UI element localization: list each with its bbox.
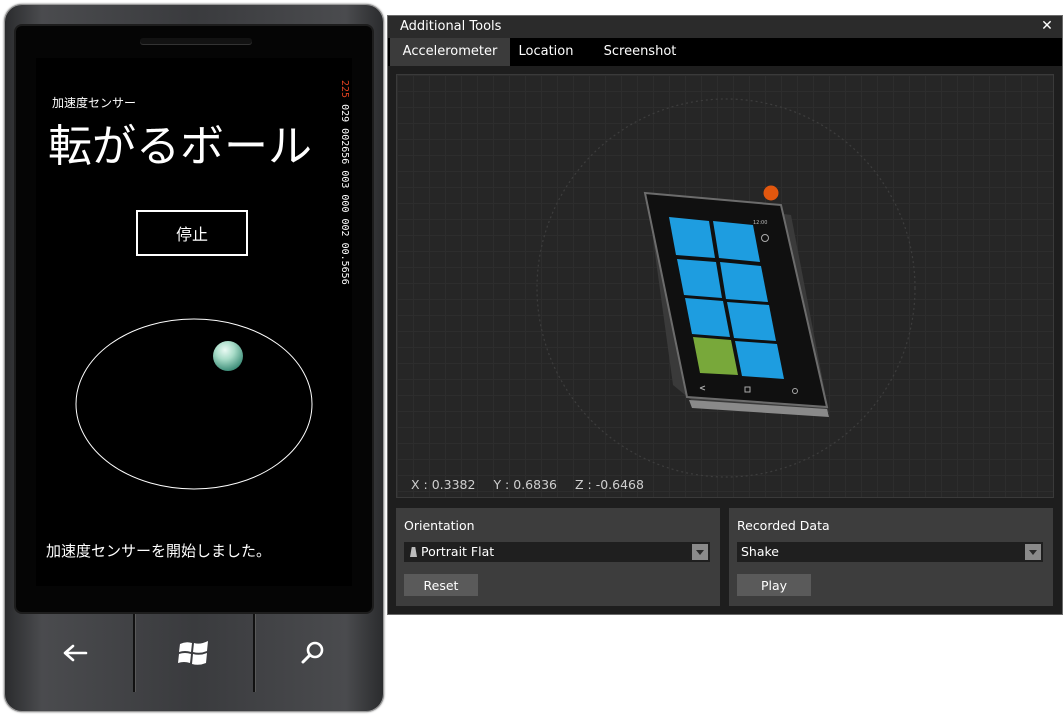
tab-screenshot[interactable]: Screenshot bbox=[598, 38, 682, 66]
device-model-scene: 12:00 bbox=[536, 98, 916, 478]
app-caption: 加速度センサー bbox=[52, 96, 137, 110]
frame-rate-hot: 225 bbox=[339, 80, 350, 99]
acceleration-readout: X : 0.3382 Y : 0.6836 Z : -0.6468 bbox=[411, 477, 658, 492]
accelerometer-3d-view[interactable]: 12:00 X : 0.3382 Y : 0.6836 Z : -0.6468 bbox=[396, 74, 1054, 498]
readout-z: Z : -0.6468 bbox=[574, 477, 644, 492]
orientation-label: Orientation bbox=[404, 518, 475, 533]
tab-location[interactable]: Location bbox=[510, 38, 582, 66]
device-3d-model: 12:00 bbox=[643, 191, 829, 417]
app-title: 転がるボール bbox=[48, 121, 312, 172]
phone-emulator: 加速度センサー 転がるボール 停止 加速度センサーを開始しました。 225 02… bbox=[4, 4, 384, 712]
svg-text:12:00: 12:00 bbox=[753, 220, 767, 226]
recorded-data-label: Recorded Data bbox=[737, 518, 830, 533]
status-message: 加速度センサーを開始しました。 bbox=[46, 542, 272, 560]
windows-logo-icon bbox=[177, 641, 208, 665]
frame-rate-counter: 225 029 002656 003 000 002 00.5656 bbox=[336, 80, 352, 320]
phone-speaker bbox=[140, 38, 252, 44]
stop-button[interactable]: 停止 bbox=[136, 210, 248, 256]
recorded-data-select[interactable]: Shake bbox=[737, 542, 1043, 562]
hardware-buttons bbox=[16, 614, 372, 692]
back-button[interactable] bbox=[16, 614, 133, 692]
chevron-down-icon[interactable] bbox=[1025, 544, 1041, 560]
tab-accelerometer[interactable]: Accelerometer bbox=[390, 38, 510, 66]
play-button[interactable]: Play bbox=[737, 574, 811, 596]
recorded-data-panel: Recorded Data Shake Play bbox=[729, 508, 1053, 606]
rolling-ball bbox=[213, 341, 243, 371]
drag-handle[interactable] bbox=[763, 185, 779, 201]
frame-rate-values: 029 002656 003 000 002 00.5656 bbox=[339, 104, 350, 285]
ball-field bbox=[75, 318, 313, 490]
start-button[interactable] bbox=[135, 614, 252, 692]
orientation-panel: Orientation Portrait Flat Reset bbox=[396, 508, 720, 606]
search-button[interactable] bbox=[255, 614, 372, 692]
chevron-down-icon[interactable] bbox=[692, 544, 708, 560]
reset-button[interactable]: Reset bbox=[404, 574, 478, 596]
phone-screen[interactable]: 加速度センサー 転がるボール 停止 加速度センサーを開始しました。 225 02… bbox=[36, 58, 352, 586]
window-title: Additional Tools bbox=[400, 19, 502, 34]
search-icon bbox=[301, 641, 324, 664]
close-icon[interactable]: ✕ bbox=[1038, 17, 1056, 35]
phone-orientation-icon bbox=[410, 547, 417, 557]
readout-x: X : 0.3382 bbox=[411, 477, 476, 492]
field-ellipse bbox=[75, 318, 313, 490]
recorded-data-selected: Shake bbox=[741, 544, 780, 559]
additional-tools-window: Additional Tools ✕ Accelerometer Locatio… bbox=[388, 16, 1062, 614]
back-arrow-icon bbox=[63, 644, 87, 662]
orientation-selected: Portrait Flat bbox=[421, 544, 495, 559]
readout-y: Y : 0.6836 bbox=[493, 477, 557, 492]
tab-bar: Accelerometer Location Screenshot bbox=[388, 38, 1062, 66]
orientation-select[interactable]: Portrait Flat bbox=[404, 542, 710, 562]
window-titlebar[interactable]: Additional Tools ✕ bbox=[388, 16, 1062, 38]
